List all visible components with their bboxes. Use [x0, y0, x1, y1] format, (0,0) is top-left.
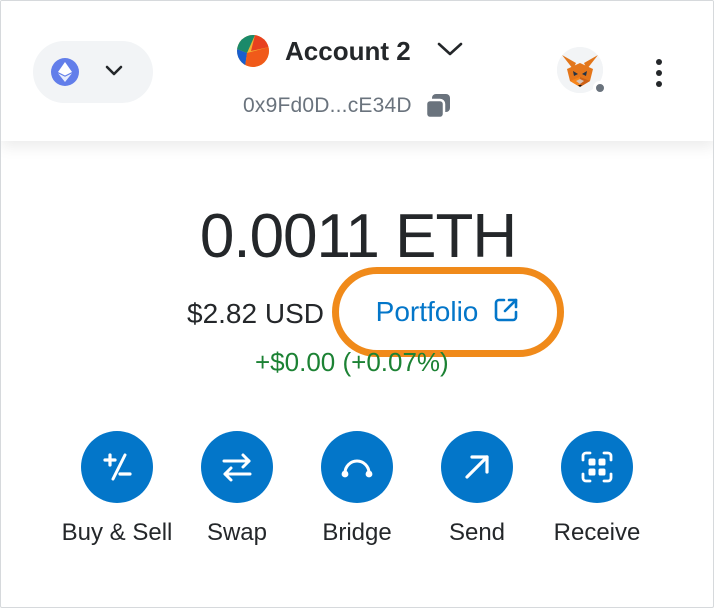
account-name: Account 2 — [285, 35, 411, 66]
fiat-balance-row: $2.82 USD — [187, 296, 324, 332]
network-picker-button[interactable] — [33, 41, 153, 103]
status-dot — [593, 81, 607, 95]
bridge-button[interactable]: Bridge — [297, 431, 417, 547]
account-address: 0x9Fd0D...cE34D — [243, 94, 412, 117]
fiat-balance: $2.82 USD — [187, 298, 324, 329]
balance-change: +$0.00 (+0.07%) — [255, 347, 449, 377]
portfolio-link[interactable]: Portfolio — [332, 267, 564, 357]
copy-icon[interactable] — [424, 92, 452, 120]
send-button[interactable]: Send — [417, 431, 537, 547]
send-icon — [441, 431, 513, 503]
chevron-down-icon — [437, 41, 463, 62]
receive-button[interactable]: Receive — [537, 431, 657, 547]
buy-sell-icon — [81, 431, 153, 503]
connection-status-button[interactable] — [557, 47, 607, 97]
swap-button[interactable]: Swap — [177, 431, 297, 547]
ethereum-icon — [51, 58, 79, 86]
portfolio-label: Portfolio — [375, 296, 479, 327]
receive-label: Receive — [553, 519, 641, 546]
more-options-icon[interactable] — [647, 57, 671, 89]
receive-icon — [561, 431, 633, 503]
buy-sell-label: Buy & Sell — [61, 519, 173, 546]
account-avatar — [237, 35, 269, 67]
app-header: Account 2 0x9Fd0D...cE34D — [1, 1, 713, 141]
wallet-actions: Buy & Sell Swap Bridge Send Receive — [57, 431, 657, 551]
external-link-icon — [492, 296, 520, 329]
bridge-label: Bridge — [322, 519, 392, 546]
account-address-row: 0x9Fd0D...cE34D — [243, 91, 452, 121]
swap-icon — [201, 431, 273, 503]
account-picker-button[interactable]: Account 2 — [237, 31, 463, 71]
chevron-down-icon — [105, 63, 123, 81]
token-balance: 0.0011 ETH — [199, 202, 517, 271]
buy-sell-button[interactable]: Buy & Sell — [57, 431, 177, 547]
swap-label: Swap — [206, 519, 268, 546]
bridge-icon — [321, 431, 393, 503]
wallet-popup: Account 2 0x9Fd0D...cE34D 0.0011 ETH $2.… — [0, 0, 714, 608]
send-label: Send — [448, 519, 506, 546]
